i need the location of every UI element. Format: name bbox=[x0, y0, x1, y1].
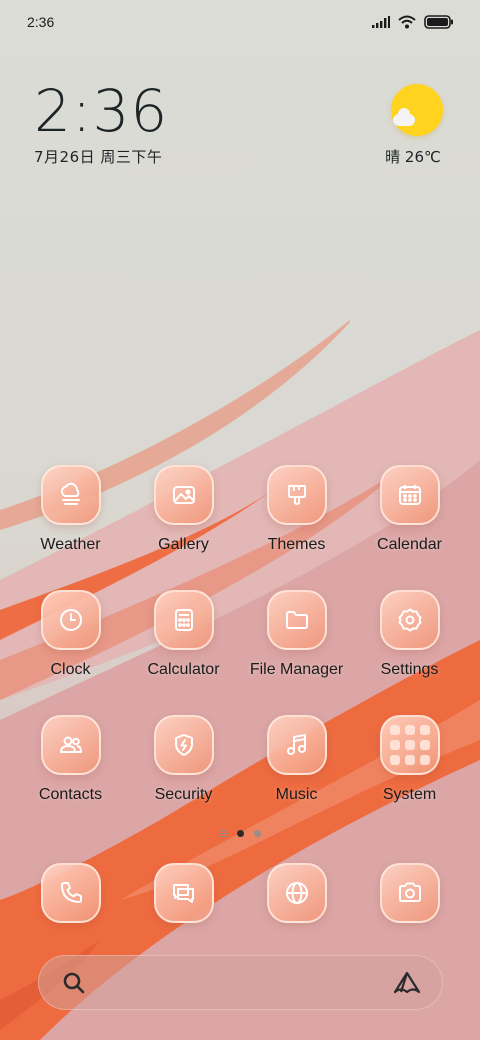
app-label: Clock bbox=[50, 661, 91, 678]
page-indicator[interactable] bbox=[0, 830, 480, 837]
app-weather[interactable]: Weather bbox=[14, 465, 127, 590]
clock-date: 7月26日 周三下午 bbox=[34, 148, 163, 166]
calculator-icon bbox=[153, 590, 214, 650]
chat-bubbles-icon bbox=[153, 863, 214, 923]
status-time: 2:36 bbox=[27, 14, 55, 30]
page-dot-active bbox=[237, 830, 244, 837]
folder-grid-icon bbox=[379, 715, 440, 775]
app-gallery[interactable]: Gallery bbox=[127, 465, 240, 590]
menu-lines-icon bbox=[219, 830, 227, 837]
gear-icon bbox=[379, 590, 440, 650]
app-label: Weather bbox=[40, 536, 101, 553]
battery-icon bbox=[424, 15, 453, 29]
app-folder-system[interactable]: System bbox=[353, 715, 466, 840]
image-icon bbox=[153, 465, 214, 525]
shield-bolt-icon bbox=[153, 715, 214, 775]
app-security[interactable]: Security bbox=[127, 715, 240, 840]
clock-widget[interactable]: 2:36 7月26日 周三下午 bbox=[34, 80, 168, 167]
weather-widget[interactable]: 晴 26℃ bbox=[385, 84, 444, 167]
sunny-partly-cloudy-icon bbox=[391, 84, 443, 136]
app-label: Calculator bbox=[147, 661, 220, 678]
clock-time: 2:36 bbox=[34, 77, 169, 145]
app-label: File Manager bbox=[249, 661, 344, 678]
dock-messages[interactable] bbox=[127, 863, 240, 923]
search-icon bbox=[63, 972, 85, 993]
status-bar: 2:36 bbox=[0, 0, 480, 44]
app-label: System bbox=[382, 786, 437, 803]
app-themes[interactable]: Themes bbox=[240, 465, 353, 590]
globe-icon bbox=[266, 863, 327, 923]
status-icons bbox=[372, 15, 454, 29]
music-note-icon bbox=[266, 715, 327, 775]
app-calendar[interactable]: Calendar bbox=[353, 465, 466, 590]
app-music[interactable]: Music bbox=[240, 715, 353, 840]
dock bbox=[14, 863, 466, 923]
app-calculator[interactable]: Calculator bbox=[127, 590, 240, 715]
weather-condition-temp: 晴 26℃ bbox=[385, 148, 441, 166]
assistant-logo-icon[interactable] bbox=[392, 970, 422, 996]
app-label: Contacts bbox=[38, 786, 103, 803]
calendar-icon bbox=[379, 465, 440, 525]
folder-icon bbox=[266, 590, 327, 650]
clock-icon bbox=[40, 590, 101, 650]
phone-icon bbox=[40, 863, 101, 923]
app-label: Themes bbox=[267, 536, 326, 553]
page-dot bbox=[254, 830, 261, 837]
search-bar[interactable] bbox=[38, 955, 443, 1010]
dock-phone[interactable] bbox=[14, 863, 127, 923]
app-label: Calendar bbox=[377, 536, 442, 553]
cloud-fog-icon bbox=[40, 465, 101, 525]
dock-camera[interactable] bbox=[353, 863, 466, 923]
app-grid: Weather Gallery Themes Calendar Clock Ca… bbox=[14, 465, 466, 840]
app-contacts[interactable]: Contacts bbox=[14, 715, 127, 840]
app-settings[interactable]: Settings bbox=[353, 590, 466, 715]
paint-brush-icon bbox=[266, 465, 327, 525]
contacts-icon bbox=[40, 715, 101, 775]
wifi-icon bbox=[398, 15, 416, 29]
app-label: Music bbox=[275, 786, 318, 803]
app-file-manager[interactable]: File Manager bbox=[240, 590, 353, 715]
app-label: Settings bbox=[380, 661, 439, 678]
camera-icon bbox=[379, 863, 440, 923]
signal-icon bbox=[372, 16, 390, 28]
app-label: Security bbox=[154, 786, 213, 803]
dock-browser[interactable] bbox=[240, 863, 353, 923]
app-label: Gallery bbox=[158, 536, 209, 553]
app-clock[interactable]: Clock bbox=[14, 590, 127, 715]
